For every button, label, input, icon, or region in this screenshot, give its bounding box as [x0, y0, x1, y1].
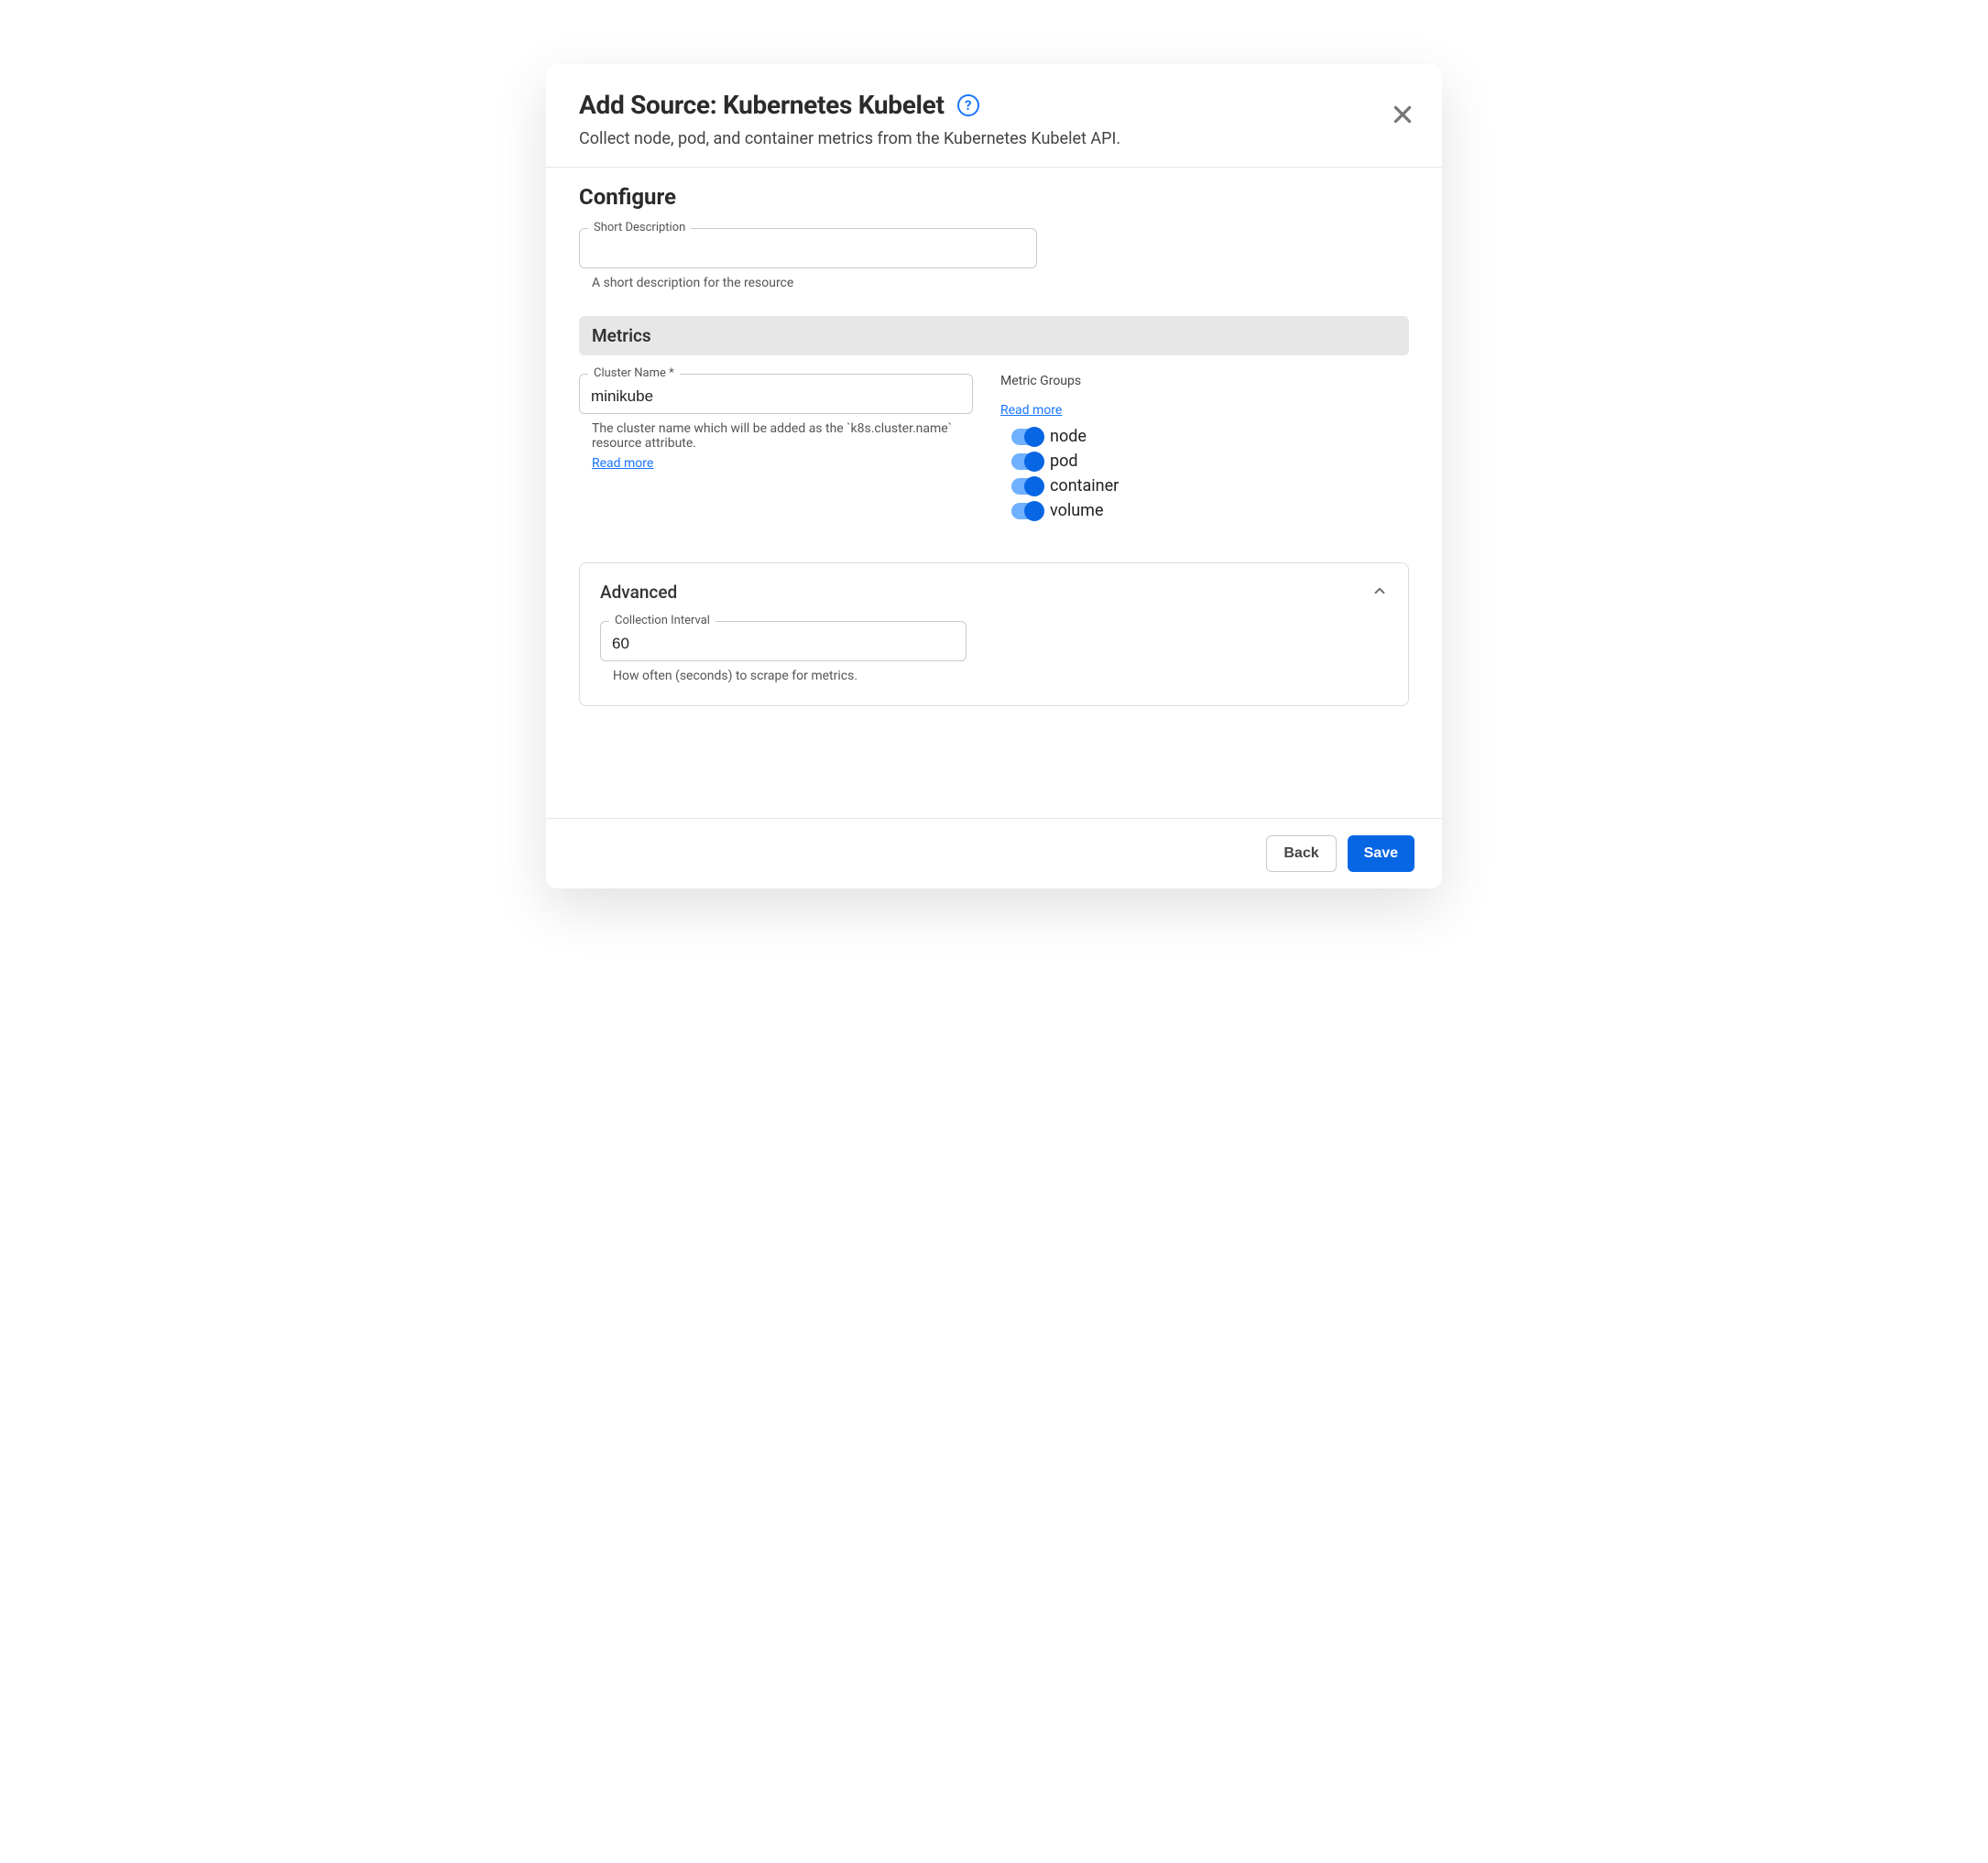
cluster-name-field: Cluster Name *: [579, 374, 973, 414]
dialog-footer: Back Save: [546, 818, 1442, 888]
title-row: Add Source: Kubernetes Kubelet ?: [579, 90, 1409, 120]
collection-interval-label: Collection Interval: [609, 614, 715, 627]
dialog-subtitle: Collect node, pod, and container metrics…: [579, 129, 1409, 148]
back-button[interactable]: Back: [1266, 835, 1336, 872]
advanced-title: Advanced: [600, 582, 677, 603]
metric-group-pod: pod: [1011, 452, 1409, 471]
toggle-node[interactable]: [1011, 429, 1043, 445]
cluster-name-helper: The cluster name which will be added as …: [592, 421, 973, 451]
toggle-container[interactable]: [1011, 478, 1043, 495]
metric-group-container: container: [1011, 476, 1409, 496]
dialog-header: Add Source: Kubernetes Kubelet ? Collect…: [546, 64, 1442, 168]
short-description-label: Short Description: [588, 221, 691, 234]
metric-group-volume: volume: [1011, 501, 1409, 520]
metric-groups-column: Metric Groups Read more node pod contain…: [1000, 374, 1409, 526]
help-icon[interactable]: ?: [957, 94, 979, 116]
cluster-name-label: Cluster Name *: [588, 366, 680, 380]
short-description-field: Short Description: [579, 228, 1037, 268]
metric-groups-read-more[interactable]: Read more: [1000, 403, 1062, 418]
save-button[interactable]: Save: [1348, 835, 1415, 872]
metric-groups-title: Metric Groups: [1000, 374, 1409, 388]
cluster-name-read-more[interactable]: Read more: [592, 456, 653, 471]
toggle-volume-label: volume: [1050, 501, 1103, 520]
short-description-helper: A short description for the resource: [592, 276, 1409, 290]
dialog-title: Add Source: Kubernetes Kubelet: [579, 90, 945, 120]
collection-interval-field: Collection Interval: [600, 621, 967, 661]
collection-interval-helper: How often (seconds) to scrape for metric…: [613, 669, 1388, 683]
metric-group-node: node: [1011, 427, 1409, 446]
metric-groups-list: node pod container volume: [1000, 427, 1409, 520]
toggle-container-label: container: [1050, 476, 1119, 496]
advanced-section: Advanced Collection Interval How often (…: [579, 562, 1409, 706]
add-source-dialog: Add Source: Kubernetes Kubelet ? Collect…: [546, 64, 1442, 888]
toggle-node-label: node: [1050, 427, 1087, 446]
cluster-name-column: Cluster Name * The cluster name which wi…: [579, 374, 973, 526]
metrics-banner: Metrics: [579, 316, 1409, 355]
close-icon[interactable]: [1391, 103, 1415, 126]
toggle-pod-label: pod: [1050, 452, 1078, 471]
metrics-columns: Cluster Name * The cluster name which wi…: [579, 374, 1409, 526]
chevron-up-icon: [1371, 583, 1388, 603]
advanced-header[interactable]: Advanced: [600, 582, 1388, 603]
configure-title: Configure: [579, 184, 1409, 210]
toggle-volume[interactable]: [1011, 503, 1043, 519]
toggle-pod[interactable]: [1011, 453, 1043, 470]
dialog-body: Configure Short Description A short desc…: [546, 168, 1442, 818]
